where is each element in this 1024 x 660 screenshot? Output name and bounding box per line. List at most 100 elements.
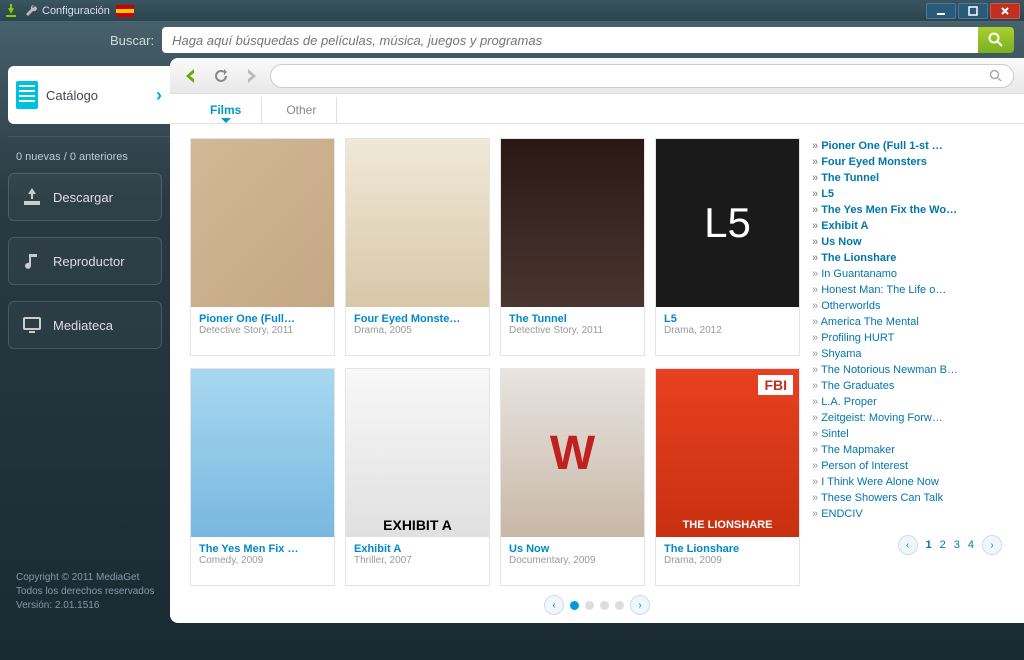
back-button[interactable] — [180, 65, 202, 87]
minimize-button[interactable] — [926, 3, 956, 19]
movie-title[interactable]: The Tunnel — [509, 313, 636, 325]
close-button[interactable] — [990, 3, 1020, 19]
sidebar-item-download[interactable]: Descargar — [8, 173, 162, 221]
maximize-button[interactable] — [958, 3, 988, 19]
list-item[interactable]: Us Now — [812, 234, 987, 250]
movie-card[interactable]: The TunnelDetective Story, 2011 — [500, 138, 645, 356]
list-item[interactable]: The Lionshare — [812, 250, 987, 266]
list-item[interactable]: Four Eyed Monsters — [812, 154, 987, 170]
movie-card[interactable]: WUs NowDocumentary, 2009 — [500, 368, 645, 586]
reload-button[interactable] — [210, 65, 232, 87]
list-item[interactable]: Profiling HURT — [812, 330, 987, 346]
movie-poster — [191, 369, 334, 537]
dot-3[interactable] — [600, 601, 609, 610]
dots-prev-button[interactable]: ‹ — [544, 595, 564, 615]
movie-meta: Comedy, 2009 — [199, 555, 326, 566]
list-item[interactable]: Person of Interest — [812, 458, 987, 474]
address-bar[interactable] — [270, 64, 1014, 88]
dots-next-button[interactable]: › — [630, 595, 650, 615]
dot-pager: ‹ › — [170, 593, 1024, 623]
movie-card[interactable]: EXHIBIT AExhibit AThriller, 2007 — [345, 368, 490, 586]
config-label[interactable]: Configuración — [42, 5, 110, 17]
list-item[interactable]: L5 — [812, 186, 987, 202]
sidebar-item-library[interactable]: Mediateca — [8, 301, 162, 349]
library-label: Mediateca — [53, 318, 113, 333]
list-item[interactable]: ENDCIV — [812, 506, 987, 522]
list-item[interactable]: Exhibit A — [812, 218, 987, 234]
list-item[interactable]: Pioner One (Full 1-st … — [812, 138, 987, 154]
movie-card[interactable]: Pioner One (Full…Detective Story, 2011 — [190, 138, 335, 356]
search-icon — [989, 69, 1003, 83]
search-icon — [988, 32, 1004, 48]
movie-poster: L5 — [656, 139, 799, 307]
chevron-right-icon: › — [156, 85, 162, 106]
dot-4[interactable] — [615, 601, 624, 610]
catalog-label: Catálogo — [46, 88, 156, 103]
movie-meta: Drama, 2009 — [664, 555, 791, 566]
movie-card[interactable]: Four Eyed Monste…Drama, 2005 — [345, 138, 490, 356]
list-item[interactable]: The Mapmaker — [812, 442, 987, 458]
movie-poster — [346, 139, 489, 307]
tab-films[interactable]: Films — [190, 97, 262, 123]
list-item[interactable]: L.A. Proper — [812, 394, 987, 410]
list-item[interactable]: Shyama — [812, 346, 987, 362]
movie-meta: Documentary, 2009 — [509, 555, 636, 566]
movie-title[interactable]: Us Now — [509, 543, 636, 555]
download-arrow-icon — [4, 4, 18, 18]
catalog-icon — [16, 81, 38, 109]
page-next-button[interactable]: › — [982, 535, 1002, 555]
dot-2[interactable] — [585, 601, 594, 610]
content-panel: Films Other Pioner One (Full…Detective S… — [170, 58, 1024, 623]
forward-button[interactable] — [240, 65, 262, 87]
movie-poster — [191, 139, 334, 307]
list-item[interactable]: The Yes Men Fix the Wo… — [812, 202, 987, 218]
movie-meta: Drama, 2005 — [354, 325, 481, 336]
movie-meta: Detective Story, 2011 — [199, 325, 326, 336]
movie-title[interactable]: L5 — [664, 313, 791, 325]
movie-card[interactable]: The Yes Men Fix …Comedy, 2009 — [190, 368, 335, 586]
sidebar-item-player[interactable]: Reproductor — [8, 237, 162, 285]
page-number[interactable]: 2 — [940, 539, 946, 551]
list-item[interactable]: I Think Were Alone Now — [812, 474, 987, 490]
page-numbers: ‹ 1234 › — [898, 535, 1003, 555]
search-input[interactable] — [162, 27, 978, 53]
page-number[interactable]: 3 — [954, 539, 960, 551]
spain-flag-icon[interactable] — [116, 5, 134, 17]
page-number[interactable]: 1 — [926, 539, 932, 551]
movie-title[interactable]: The Lionshare — [664, 543, 791, 555]
movie-card[interactable]: L5L5Drama, 2012 — [655, 138, 800, 356]
monitor-icon — [21, 314, 43, 336]
sidebar-item-catalog[interactable]: Catálogo › — [8, 66, 170, 124]
tab-other[interactable]: Other — [266, 97, 337, 123]
version: Versión: 2.01.1516 — [16, 599, 162, 613]
list-item[interactable]: These Showers Can Talk — [812, 490, 987, 506]
movie-title[interactable]: Pioner One (Full… — [199, 313, 326, 325]
search-button[interactable] — [978, 27, 1014, 53]
list-item[interactable]: Honest Man: The Life o… — [812, 282, 987, 298]
download-tray-icon — [21, 186, 43, 208]
music-note-icon — [21, 250, 43, 272]
movie-title[interactable]: Four Eyed Monste… — [354, 313, 481, 325]
download-status: 0 nuevas / 0 anteriores — [8, 136, 170, 169]
browser-nav — [170, 58, 1024, 94]
page-number[interactable]: 4 — [968, 539, 974, 551]
movie-poster — [501, 139, 644, 307]
list-item[interactable]: Zeitgeist: Moving Forw… — [812, 410, 987, 426]
copyright: Copyright © 2011 MediaGet — [16, 571, 162, 585]
dot-1[interactable] — [570, 601, 579, 610]
page-prev-button[interactable]: ‹ — [898, 535, 918, 555]
movie-poster: EXHIBIT A — [346, 369, 489, 537]
movie-title[interactable]: Exhibit A — [354, 543, 481, 555]
movie-title[interactable]: The Yes Men Fix … — [199, 543, 326, 555]
list-item[interactable]: The Notorious Newman B… — [812, 362, 987, 378]
movie-card[interactable]: FBITHE LIONSHAREThe LionshareDrama, 2009 — [655, 368, 800, 586]
title-list: Pioner One (Full 1-st …Four Eyed Monster… — [812, 138, 987, 583]
list-item[interactable]: In Guantanamo — [812, 266, 987, 282]
search-row: Buscar: — [0, 22, 1024, 58]
list-item[interactable]: Sintel — [812, 426, 987, 442]
list-item[interactable]: The Graduates — [812, 378, 987, 394]
list-item[interactable]: The Tunnel — [812, 170, 987, 186]
movie-meta: Drama, 2012 — [664, 325, 791, 336]
list-item[interactable]: America The Mental — [812, 314, 987, 330]
list-item[interactable]: Otherworlds — [812, 298, 987, 314]
